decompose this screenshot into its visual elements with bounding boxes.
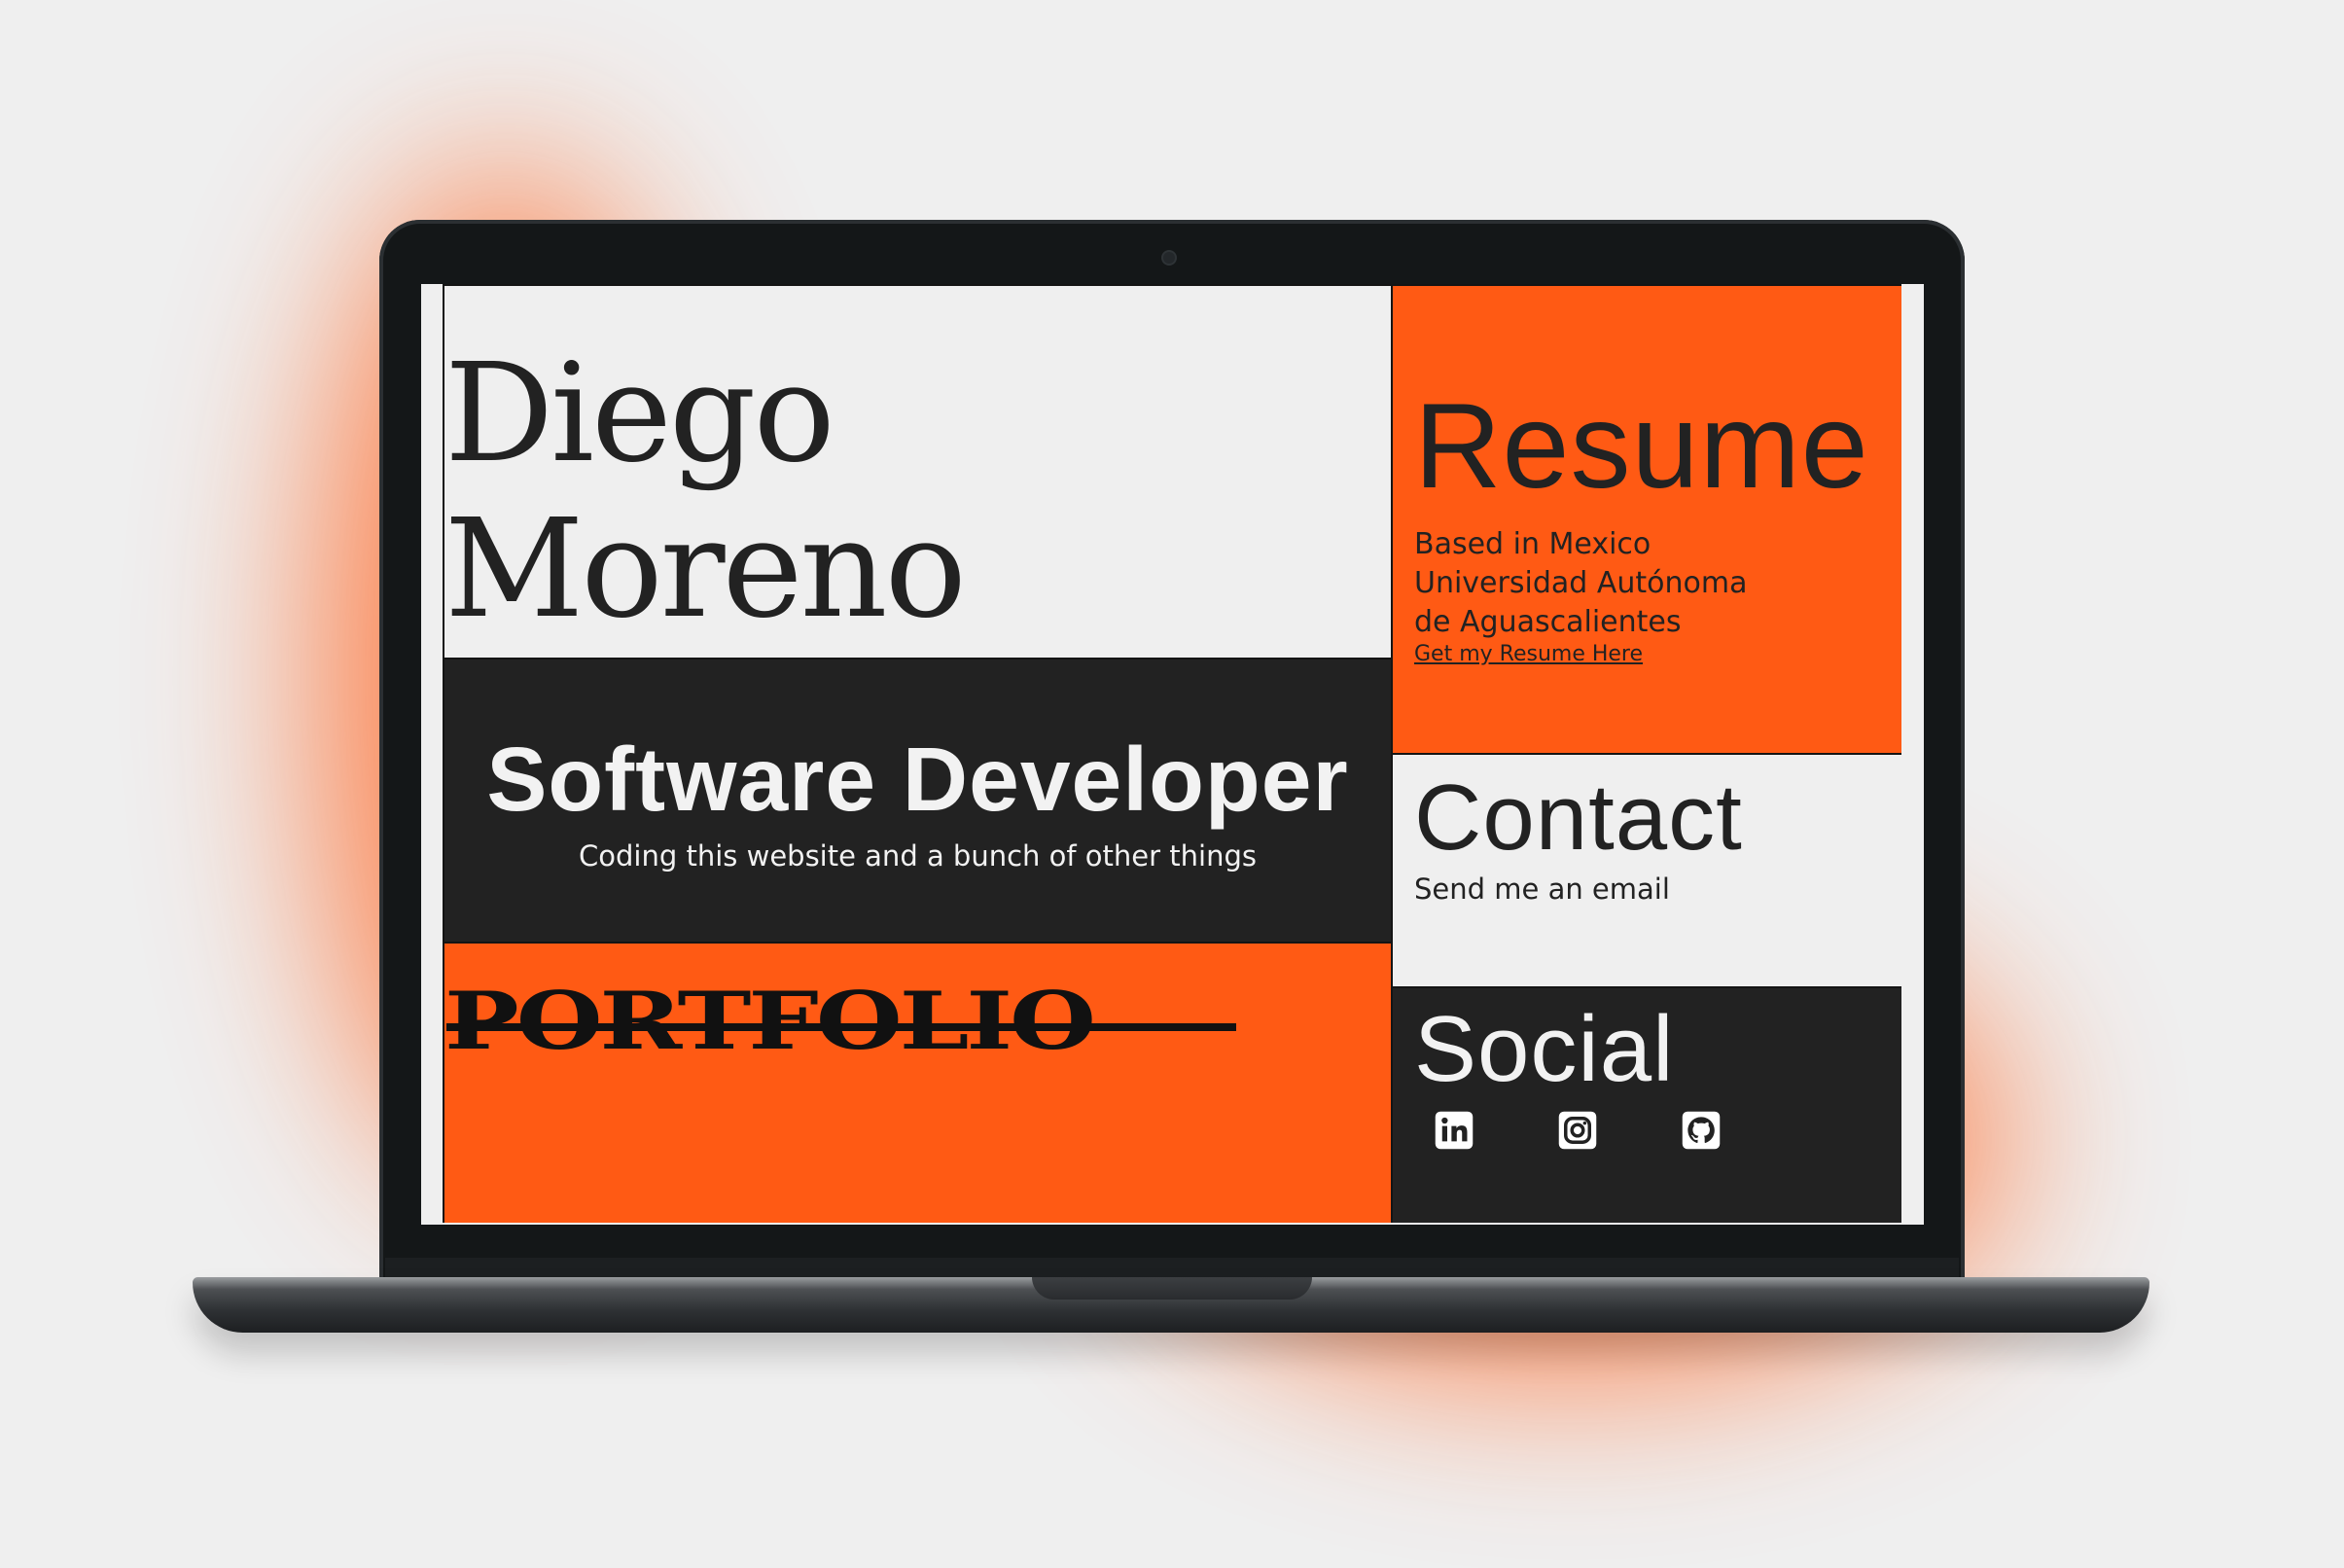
github-icon[interactable] xyxy=(1681,1110,1722,1151)
instagram-icon[interactable] xyxy=(1557,1110,1598,1151)
portfolio-panel[interactable]: PORTFOLIO xyxy=(444,942,1393,1223)
social-icons xyxy=(1434,1110,1722,1151)
resume-university-line-1: Universidad Autónoma xyxy=(1414,566,1748,600)
social-panel: Social xyxy=(1393,988,1901,1223)
name-panel: Diego Moreno xyxy=(444,286,1393,659)
owner-name: Diego Moreno xyxy=(444,335,967,649)
first-name: Diego xyxy=(444,335,835,493)
resume-info: Based in Mexico Universidad Autónoma de … xyxy=(1414,525,1747,642)
resume-download-link[interactable]: Get my Resume Here xyxy=(1414,642,1643,666)
portfolio-website: Diego Moreno Software Developer Coding t… xyxy=(443,284,1901,1223)
contact-panel: Contact Send me an email xyxy=(1393,755,1901,988)
portfolio-heading[interactable]: PORTFOLIO xyxy=(444,979,1096,1064)
webcam xyxy=(1163,252,1175,264)
email-link[interactable]: Send me an email xyxy=(1414,872,1670,907)
linkedin-icon[interactable] xyxy=(1434,1110,1474,1151)
resume-title: Resume xyxy=(1414,379,1869,514)
laptop-opening-notch xyxy=(1032,1277,1312,1300)
role-panel: Software Developer Coding this website a… xyxy=(444,659,1393,942)
laptop-screen: Diego Moreno Software Developer Coding t… xyxy=(421,284,1924,1225)
resume-panel: Resume Based in Mexico Universidad Autón… xyxy=(1393,286,1901,755)
role-subtitle: Coding this website and a bunch of other… xyxy=(579,839,1257,873)
resume-location: Based in Mexico xyxy=(1414,527,1651,561)
resume-university-line-2: de Aguascalientes xyxy=(1414,605,1682,639)
role-title: Software Developer xyxy=(486,729,1349,830)
portfolio-strike-line xyxy=(446,1023,1236,1031)
social-title: Social xyxy=(1414,997,1675,1101)
contact-title: Contact xyxy=(1414,766,1743,870)
last-name: Moreno xyxy=(444,490,967,649)
